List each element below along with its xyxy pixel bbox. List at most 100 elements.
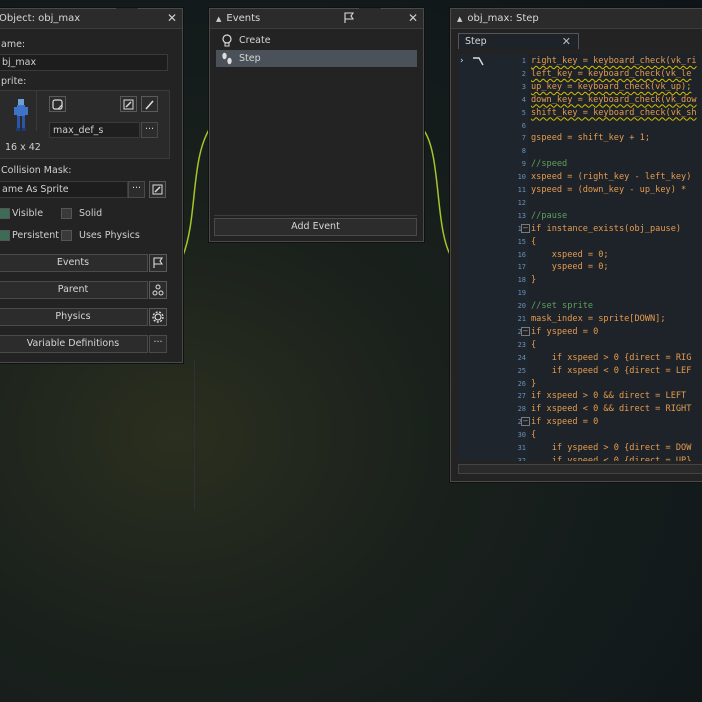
events-footer-divider <box>214 215 417 216</box>
flag-icon <box>153 257 164 268</box>
code-line: if yspeed > 0 {direct = DOW <box>531 443 692 453</box>
name-input[interactable]: bj_max <box>0 54 168 71</box>
events-title: Events <box>226 13 261 24</box>
events-button[interactable]: Events <box>0 254 148 272</box>
code-line: if xspeed < 0 && direct = RIGHT <box>531 404 692 415</box>
new-sprite-icon <box>52 98 63 110</box>
line-number: 13 <box>517 211 526 220</box>
line-number: 30 <box>517 431 526 440</box>
code-line: gspeed = shift_key + 1; <box>531 133 650 144</box>
events-panel: ▲ Events ✕ Create Step Add Event <box>209 8 424 242</box>
code-line: mask_index = sprite[DOWN]; <box>531 314 666 324</box>
line-number: 27 <box>517 392 526 401</box>
gutter-arrow-icon: › <box>460 56 464 66</box>
line-number: 25 <box>517 366 526 375</box>
close-icon[interactable]: ✕ <box>408 11 418 25</box>
line-number: 15 <box>517 237 526 246</box>
code-line: right_key = keyboard_check(vk_ri <box>531 56 697 66</box>
line-number: 12 <box>517 198 526 207</box>
line-number: 1 <box>521 57 526 65</box>
collapse-icon[interactable]: ▲ <box>216 15 221 23</box>
close-icon[interactable]: ✕ <box>562 34 571 49</box>
code-tab[interactable]: Step ✕ <box>458 33 579 49</box>
collision-mask-select[interactable]: ame As Sprite <box>0 181 128 198</box>
line-number: 7 <box>521 134 526 143</box>
variables-more-button[interactable]: ··· <box>149 335 167 353</box>
event-label: Create <box>239 35 271 46</box>
sprite-select[interactable]: max_def_s <box>49 122 140 138</box>
flag-icon[interactable] <box>343 12 355 24</box>
code-line: //set sprite <box>531 301 594 312</box>
physics-icon-button[interactable] <box>149 308 167 326</box>
persistent-label: Persistent <box>12 230 59 241</box>
line-number: 31 <box>517 444 526 452</box>
line-number: 18 <box>517 276 526 285</box>
code-line: up_key = keyboard_check(vk_up); <box>531 81 692 92</box>
close-icon[interactable]: ✕ <box>167 11 177 25</box>
edit-sprite-button[interactable] <box>120 96 137 112</box>
new-sprite-button[interactable] <box>49 96 66 112</box>
paint-sprite-button[interactable] <box>141 96 158 112</box>
line-number: 3 <box>521 82 526 91</box>
code-titlebar[interactable]: ▲ obj_max: Step <box>451 9 702 29</box>
line-number: 20 <box>517 302 526 311</box>
connection-wire-left <box>181 127 211 259</box>
collision-label: Collision Mask: <box>1 165 72 176</box>
add-event-button[interactable]: Add Event <box>214 218 417 236</box>
code-line: if xspeed > 0 && direct = LEFT <box>531 391 687 402</box>
fold-toggle[interactable]: − <box>521 417 530 426</box>
physics-button[interactable]: Physics <box>0 308 148 326</box>
events-icon-button[interactable] <box>149 254 167 272</box>
code-line: { <box>531 430 537 441</box>
line-number: 9 <box>521 160 526 169</box>
sprite-preview-image[interactable] <box>13 99 29 133</box>
sprite-more-button[interactable]: ··· <box>141 122 158 138</box>
code-line: xspeed = (right_key - left_key) <box>531 172 692 183</box>
horizontal-scrollbar[interactable] <box>458 464 702 474</box>
event-label: Step <box>239 53 261 64</box>
line-number: 32 <box>517 456 526 461</box>
code-line: down_key = keyboard_check(vk_dow <box>531 94 697 105</box>
hierarchy-icon <box>152 284 164 296</box>
room-divider-line <box>194 360 195 510</box>
sprite-label: prite: <box>1 76 27 87</box>
gear-icon <box>152 311 164 323</box>
event-item-step[interactable]: Step <box>216 50 417 67</box>
code-line: if xspeed = 0 <box>531 417 599 428</box>
event-item-create[interactable]: Create <box>216 32 417 49</box>
code-editor[interactable]: › 1 right_key = keyboard_check(vk_ri 2 left… <box>458 54 701 461</box>
parent-icon-button[interactable] <box>149 281 167 299</box>
variable-definitions-button[interactable]: Variable Definitions <box>0 335 148 353</box>
collision-edit-button[interactable] <box>149 181 166 198</box>
collapse-icon[interactable]: ▲ <box>457 15 462 23</box>
code-line: if instance_exists(obj_pause) <box>531 223 682 234</box>
line-number: 19 <box>517 289 526 298</box>
code-line: left_key = keyboard_check(vk_le <box>531 68 692 79</box>
line-number: 6 <box>521 121 526 130</box>
line-number: 2 <box>521 69 526 78</box>
sprite-divider <box>36 91 37 131</box>
object-titlebar[interactable]: Object: obj_max ✕ <box>0 9 182 29</box>
solid-checkbox[interactable] <box>61 208 72 219</box>
code-line: if yspeed = 0 <box>531 326 599 337</box>
visible-checkbox[interactable] <box>0 208 10 219</box>
fold-toggle[interactable]: − <box>521 224 530 233</box>
edit-icon <box>123 99 134 109</box>
code-tab-label: Step <box>465 36 487 47</box>
name-label: ame: <box>1 39 26 50</box>
line-number: 24 <box>517 353 526 362</box>
solid-label: Solid <box>79 208 103 219</box>
code-line: } <box>531 275 537 286</box>
events-titlebar[interactable]: ▲ Events ✕ <box>210 9 423 29</box>
line-number: 11 <box>517 186 526 194</box>
line-number: 4 <box>521 95 526 104</box>
code-line: if xspeed < 0 {direct = LEF <box>531 365 692 376</box>
parent-button[interactable]: Parent <box>0 281 148 299</box>
visible-label: Visible <box>12 208 44 219</box>
cursor-icon <box>473 57 484 66</box>
persistent-checkbox[interactable] <box>0 230 10 241</box>
uses-physics-checkbox[interactable] <box>61 230 72 241</box>
fold-toggle[interactable]: − <box>521 327 530 336</box>
collision-more-button[interactable]: ··· <box>128 181 145 198</box>
sprite-size-text: 16 x 42 <box>5 142 41 153</box>
